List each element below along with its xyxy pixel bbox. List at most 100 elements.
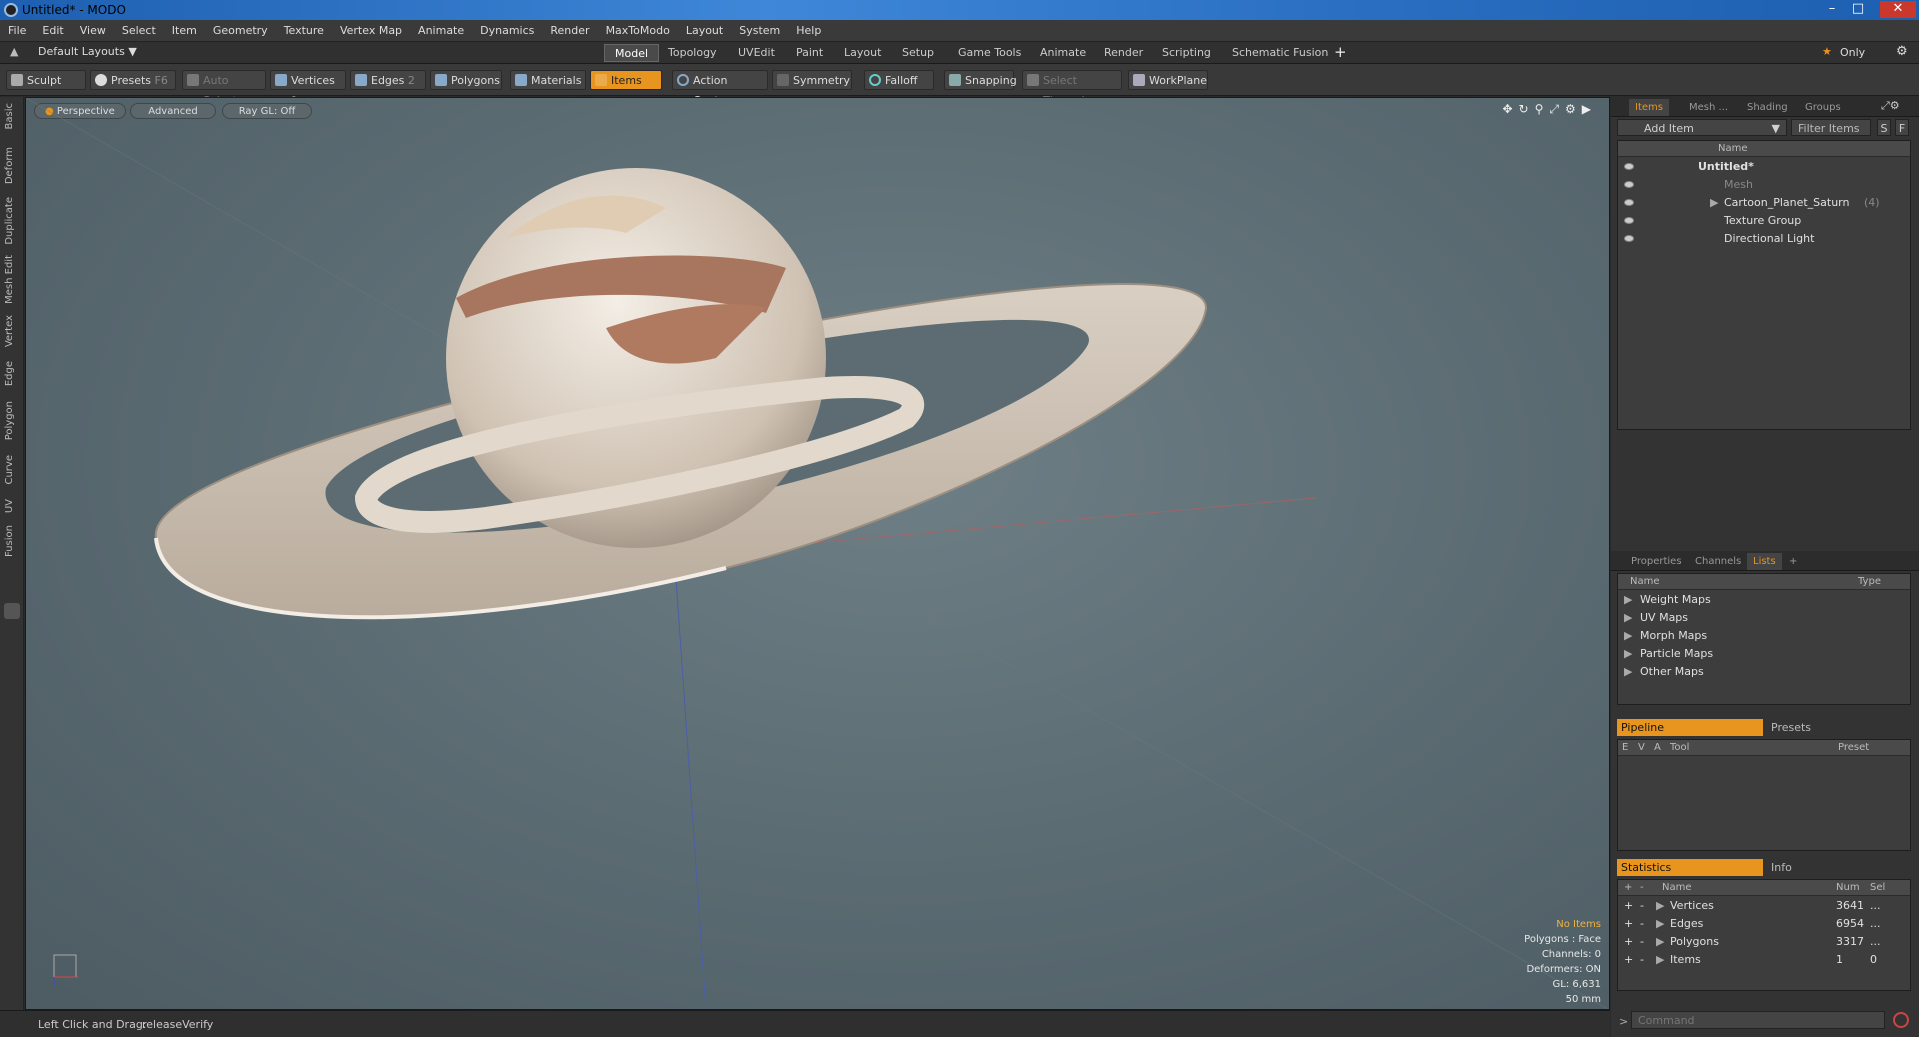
tab-uvedit[interactable]: UVEdit: [728, 44, 785, 62]
tab-shading[interactable]: Shading: [1741, 99, 1794, 116]
menu-animate[interactable]: Animate: [410, 20, 472, 42]
record-icon[interactable]: [1893, 1012, 1909, 1028]
expand-icon[interactable]: ▶: [1624, 645, 1632, 663]
tab-setup[interactable]: Setup: [892, 44, 944, 62]
expand-icon[interactable]: ▶: [1656, 915, 1664, 933]
layout-arrow-icon[interactable]: ▲: [10, 45, 18, 58]
vtab-fusion[interactable]: Fusion: [4, 525, 20, 557]
list-item[interactable]: ▶ Morph Maps: [1618, 627, 1910, 645]
tree-item[interactable]: ▶ Cartoon_Planet_Saturn (4): [1618, 194, 1910, 212]
panel-expand-icon[interactable]: ⤢⚙: [1881, 99, 1900, 113]
edges-button[interactable]: Edges 2: [350, 70, 426, 90]
table-row[interactable]: + - ▶ Items 1 0: [1618, 951, 1910, 969]
tab-items[interactable]: Items: [1629, 99, 1669, 116]
list-item[interactable]: ▶ Weight Maps: [1618, 591, 1910, 609]
tab-schematic-fusion[interactable]: Schematic Fusion: [1222, 44, 1338, 62]
expand-icon[interactable]: ▶: [1656, 951, 1664, 969]
eye-icon[interactable]: [1624, 181, 1634, 188]
vtab-uv[interactable]: UV: [4, 499, 20, 513]
minus-button[interactable]: -: [1640, 951, 1644, 969]
workplane-button[interactable]: WorkPlane: [1128, 70, 1208, 90]
expand-icon[interactable]: ▶: [1656, 933, 1664, 951]
falloff-button[interactable]: Falloff: [864, 70, 934, 90]
materials-button[interactable]: Materials: [510, 70, 586, 90]
items-button[interactable]: Items: [590, 70, 662, 90]
tab-topology[interactable]: Topology: [658, 44, 727, 62]
tab-model[interactable]: Model: [604, 44, 660, 62]
expand-icon[interactable]: ▶: [1624, 591, 1632, 609]
vtab-polygon[interactable]: Polygon: [4, 401, 20, 440]
menu-view[interactable]: View: [72, 20, 114, 42]
minus-button[interactable]: -: [1640, 915, 1644, 933]
vtab-basic[interactable]: Basic: [4, 103, 20, 129]
tab-groups[interactable]: Groups: [1799, 99, 1847, 116]
menu-geometry[interactable]: Geometry: [205, 20, 276, 42]
symmetry-button[interactable]: Symmetry: [772, 70, 852, 90]
tree-item[interactable]: Mesh: [1618, 176, 1910, 194]
tab-lists[interactable]: Lists: [1747, 553, 1782, 570]
tab-statistics[interactable]: Statistics: [1617, 859, 1763, 876]
menu-vertex-map[interactable]: Vertex Map: [332, 20, 410, 42]
list-item[interactable]: ▶ Other Maps: [1618, 663, 1910, 681]
eye-icon[interactable]: [1624, 163, 1634, 170]
menu-layout[interactable]: Layout: [678, 20, 731, 42]
menu-render[interactable]: Render: [542, 20, 597, 42]
tab-info[interactable]: Info: [1767, 859, 1792, 876]
list-item[interactable]: ▶ UV Maps: [1618, 609, 1910, 627]
presets-button[interactable]: Presets F6: [90, 70, 176, 90]
gear-icon[interactable]: ⚙: [1896, 44, 1908, 59]
auto-select-button[interactable]: Auto Select: [182, 70, 266, 107]
vtab-duplicate[interactable]: Duplicate: [4, 197, 20, 245]
vtab-vertex[interactable]: Vertex: [4, 315, 20, 347]
menu-texture[interactable]: Texture: [276, 20, 332, 42]
tab-channels[interactable]: Channels: [1689, 553, 1747, 570]
list-item[interactable]: ▶ Particle Maps: [1618, 645, 1910, 663]
table-row[interactable]: + - ▶ Polygons 3317...: [1618, 933, 1910, 951]
tab-game-tools[interactable]: Game Tools: [948, 44, 1031, 62]
expand-icon[interactable]: ▶: [1624, 627, 1632, 645]
layout-selector[interactable]: Default Layouts ▼: [38, 45, 137, 58]
menu-system[interactable]: System: [731, 20, 788, 42]
add-item-button[interactable]: Add Item ▼: [1617, 119, 1787, 136]
only-toggle[interactable]: Only: [1840, 46, 1865, 59]
minus-button[interactable]: -: [1640, 897, 1644, 915]
tab-presets[interactable]: Presets: [1767, 719, 1811, 736]
menu-file[interactable]: File: [0, 20, 34, 42]
menu-item[interactable]: Item: [164, 20, 205, 42]
eye-icon[interactable]: [1624, 217, 1634, 224]
polygons-button[interactable]: Polygons: [430, 70, 502, 90]
sculpt-button[interactable]: Sculpt: [6, 70, 86, 90]
expand-icon[interactable]: ▶: [1710, 194, 1718, 212]
menu-dynamics[interactable]: Dynamics: [472, 20, 542, 42]
tab-pipeline[interactable]: Pipeline: [1617, 719, 1763, 736]
3d-viewport[interactable]: ● Perspective Advanced Ray GL: Off ✥↻⚲⤢⚙…: [25, 97, 1610, 1010]
table-row[interactable]: + - ▶ Edges 6954...: [1618, 915, 1910, 933]
vtab-curve[interactable]: Curve: [4, 455, 20, 485]
plus-button[interactable]: +: [1624, 933, 1633, 951]
tab-paint[interactable]: Paint: [786, 44, 833, 62]
plus-button[interactable]: +: [1624, 951, 1633, 969]
filter-items-input[interactable]: Filter Items: [1791, 119, 1871, 136]
expand-icon[interactable]: ▶: [1656, 897, 1664, 915]
table-row[interactable]: + - ▶ Vertices 3641...: [1618, 897, 1910, 915]
s-button[interactable]: S: [1877, 119, 1891, 136]
expand-icon[interactable]: ▶: [1624, 663, 1632, 681]
tab-render[interactable]: Render: [1094, 44, 1153, 62]
tree-item[interactable]: Directional Light: [1618, 230, 1910, 248]
plus-button[interactable]: +: [1624, 915, 1633, 933]
vtab-edge[interactable]: Edge: [4, 361, 20, 386]
tab-scripting[interactable]: Scripting: [1152, 44, 1221, 62]
vtab-deform[interactable]: Deform: [4, 147, 20, 184]
vertices-button[interactable]: Vertices 1: [270, 70, 346, 107]
add-tab-button[interactable]: +: [1334, 43, 1347, 61]
tab-layout[interactable]: Layout: [834, 44, 891, 62]
f-button[interactable]: F: [1895, 119, 1909, 136]
tree-item[interactable]: Untitled*: [1618, 158, 1910, 176]
add-props-tab-button[interactable]: +: [1783, 553, 1803, 570]
toggle-panel-icon[interactable]: [4, 603, 20, 619]
plus-button[interactable]: +: [1624, 897, 1633, 915]
minus-button[interactable]: -: [1640, 933, 1644, 951]
tab-animate[interactable]: Animate: [1030, 44, 1096, 62]
eye-icon[interactable]: [1624, 235, 1634, 242]
menu-select[interactable]: Select: [114, 20, 164, 42]
